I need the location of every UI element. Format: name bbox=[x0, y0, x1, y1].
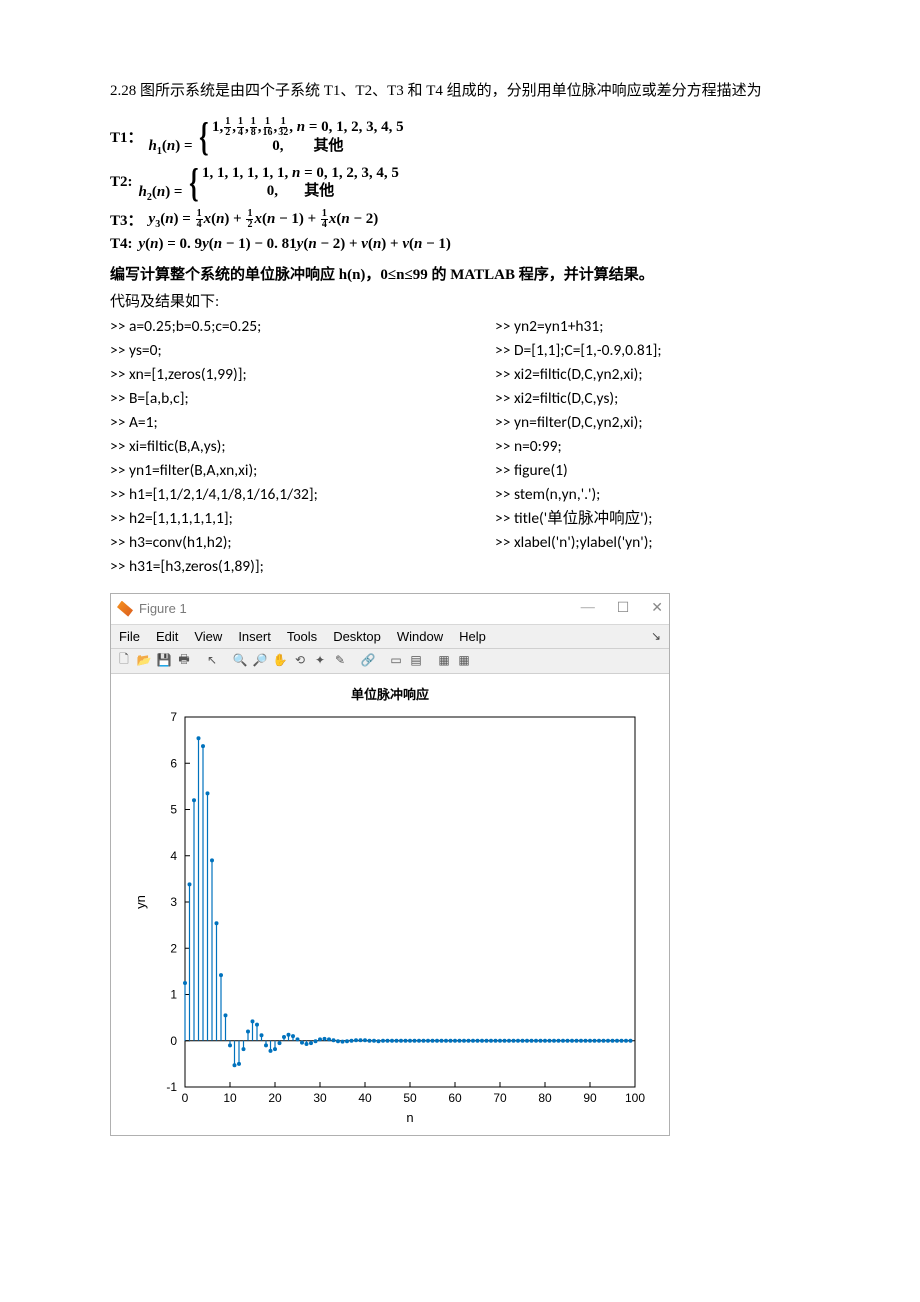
equation-t2: T2: h2(n) = { 1, 1, 1, 1, 1, 1, n = 0, 1… bbox=[110, 163, 820, 203]
code-line: >> yn=filter(D,C,yn2,xi); bbox=[495, 411, 820, 435]
arrow-icon[interactable]: ↖ bbox=[203, 652, 221, 670]
code-line: >> xn=[1,zeros(1,99)]; bbox=[110, 363, 435, 387]
link-icon[interactable]: 🔗 bbox=[359, 652, 377, 670]
pan-icon[interactable]: ✋ bbox=[271, 652, 289, 670]
rotate-icon[interactable]: ⟲ bbox=[291, 652, 309, 670]
code-line: >> n=0:99; bbox=[495, 435, 820, 459]
matlab-figure-window: Figure 1 — ☐ ✕ File Edit View Insert Tools De… bbox=[110, 593, 670, 1136]
menu-view[interactable]: View bbox=[194, 629, 222, 644]
menu-insert[interactable]: Insert bbox=[238, 629, 271, 644]
code-line: >> ys=0; bbox=[110, 339, 435, 363]
code-line: >> h3=conv(h1,h2); bbox=[110, 531, 435, 555]
equation-t4: T4: y(n) = 0. 9y(n − 1) − 0. 81y(n − 2) … bbox=[110, 236, 820, 253]
matlab-icon bbox=[117, 601, 133, 617]
code-block: >> a=0.25;b=0.5;c=0.25;>> ys=0;>> xn=[1,… bbox=[110, 315, 820, 579]
svg-text:60: 60 bbox=[448, 1091, 462, 1105]
menu-tools[interactable]: Tools bbox=[287, 629, 317, 644]
window-titlebar: Figure 1 — ☐ ✕ bbox=[111, 594, 669, 625]
minimize-icon[interactable]: — bbox=[581, 600, 595, 617]
maximize-icon[interactable]: ☐ bbox=[617, 600, 630, 617]
equation-t1: T1： h1(n) = { 1,12,14,18,116,132, n = 0,… bbox=[110, 117, 820, 157]
window-title: Figure 1 bbox=[139, 601, 187, 616]
t1-label: T1： bbox=[110, 126, 143, 147]
code-line: >> A=1; bbox=[110, 411, 435, 435]
svg-text:5: 5 bbox=[170, 802, 177, 816]
code-line: >> a=0.25;b=0.5;c=0.25; bbox=[110, 315, 435, 339]
close-icon[interactable]: ✕ bbox=[651, 600, 663, 617]
results-heading: 代码及结果如下: bbox=[110, 290, 820, 311]
code-line: >> xi2=filtic(D,C,yn2,xi); bbox=[495, 363, 820, 387]
svg-text:100: 100 bbox=[625, 1091, 645, 1105]
svg-text:20: 20 bbox=[268, 1091, 282, 1105]
code-line: >> xi2=filtic(D,C,ys); bbox=[495, 387, 820, 411]
svg-text:6: 6 bbox=[170, 756, 177, 770]
t3-label: T3： bbox=[110, 209, 143, 230]
code-line: >> xi=filtic(B,A,ys); bbox=[110, 435, 435, 459]
layout2-icon[interactable]: ▦ bbox=[455, 652, 473, 670]
menu-file[interactable]: File bbox=[119, 629, 140, 644]
save-icon[interactable]: 💾 bbox=[155, 652, 173, 670]
code-line: >> h2=[1,1,1,1,1,1]; bbox=[110, 507, 435, 531]
svg-text:70: 70 bbox=[493, 1091, 507, 1105]
svg-text:0: 0 bbox=[170, 1033, 177, 1047]
data-cursor-icon[interactable]: ✦ bbox=[311, 652, 329, 670]
svg-text:90: 90 bbox=[583, 1091, 597, 1105]
print-icon[interactable]: 🖶 bbox=[175, 652, 193, 670]
svg-text:-1: -1 bbox=[166, 1080, 177, 1094]
code-line: >> h31=[h3,zeros(1,89)]; bbox=[110, 555, 435, 579]
menu-edit[interactable]: Edit bbox=[156, 629, 178, 644]
toolbar: 🗋 📂 💾 🖶 ↖ 🔍 🔎 ✋ ⟲ ✦ ✎ 🔗 ▭ ▤ ▦ ▦ bbox=[111, 648, 669, 674]
code-line: >> h1=[1,1/2,1/4,1/8,1/16,1/32]; bbox=[110, 483, 435, 507]
menubar: File Edit View Insert Tools Desktop Window Help… bbox=[111, 625, 669, 648]
svg-text:10: 10 bbox=[223, 1091, 237, 1105]
t4-label: T4: bbox=[110, 236, 133, 253]
colorbar-icon[interactable]: ▭ bbox=[387, 652, 405, 670]
svg-text:yn: yn bbox=[133, 895, 148, 909]
menu-desktop[interactable]: Desktop bbox=[333, 629, 381, 644]
task-description: 编写计算整个系统的单位脉冲响应 h(n)，0≤n≤99 的 MATLAB 程序，… bbox=[110, 263, 820, 284]
plot-area: 单位脉冲响应 0 10 20 30 40 50 60 70 80 90 100 -1 0 1 2 3 4 5 6 7 n… bbox=[111, 674, 669, 1135]
code-line: >> figure(1) bbox=[495, 459, 820, 483]
code-column-right: >> yn2=yn1+h31;>> D=[1,1];C=[1,-0.9,0.81… bbox=[495, 315, 820, 579]
svg-text:4: 4 bbox=[170, 848, 177, 862]
code-line: >> xlabel('n');ylabel('yn'); bbox=[495, 531, 820, 555]
menu-window[interactable]: Window bbox=[397, 629, 443, 644]
brush-icon[interactable]: ✎ bbox=[331, 652, 349, 670]
svg-text:7: 7 bbox=[170, 710, 177, 724]
code-column-left: >> a=0.25;b=0.5;c=0.25;>> ys=0;>> xn=[1,… bbox=[110, 315, 435, 579]
svg-text:n: n bbox=[406, 1110, 413, 1125]
layout-icon[interactable]: ▦ bbox=[435, 652, 453, 670]
code-line: >> D=[1,1];C=[1,-0.9,0.81]; bbox=[495, 339, 820, 363]
new-file-icon[interactable]: 🗋 bbox=[115, 652, 133, 670]
code-line: >> yn1=filter(B,A,xn,xi); bbox=[110, 459, 435, 483]
svg-text:50: 50 bbox=[403, 1091, 417, 1105]
svg-text:30: 30 bbox=[313, 1091, 327, 1105]
code-line: >> yn2=yn1+h31; bbox=[495, 315, 820, 339]
zoom-out-icon[interactable]: 🔎 bbox=[251, 652, 269, 670]
menu-help[interactable]: Help bbox=[459, 629, 486, 644]
open-icon[interactable]: 📂 bbox=[135, 652, 153, 670]
code-line: >> B=[a,b,c]; bbox=[110, 387, 435, 411]
code-line: >> title('单位脉冲响应'); bbox=[495, 507, 820, 531]
t2-label: T2: bbox=[110, 174, 133, 191]
svg-text:1: 1 bbox=[170, 987, 177, 1001]
svg-text:2: 2 bbox=[170, 941, 177, 955]
dock-icon[interactable]: ↘ bbox=[651, 629, 661, 644]
equations-block: T1： h1(n) = { 1,12,14,18,116,132, n = 0,… bbox=[110, 117, 820, 253]
svg-text:0: 0 bbox=[182, 1091, 189, 1105]
svg-text:3: 3 bbox=[170, 895, 177, 909]
svg-text:80: 80 bbox=[538, 1091, 552, 1105]
zoom-in-icon[interactable]: 🔍 bbox=[231, 652, 249, 670]
equation-t3: T3： y3(n) = 14x(n) + 12x(n − 1) + 14x(n … bbox=[110, 209, 820, 230]
legend-icon[interactable]: ▤ bbox=[407, 652, 425, 670]
svg-text:40: 40 bbox=[358, 1091, 372, 1105]
stem-plot: 0 10 20 30 40 50 60 70 80 90 100 -1 0 1 2 3 4 5 6 7 n yn bbox=[130, 707, 650, 1127]
plot-title: 单位脉冲响应 bbox=[351, 684, 429, 703]
problem-statement: 2.28 图所示系统是由四个子系统 T1、T2、T3 和 T4 组成的，分别用单… bbox=[110, 80, 820, 103]
code-line: >> stem(n,yn,'.'); bbox=[495, 483, 820, 507]
